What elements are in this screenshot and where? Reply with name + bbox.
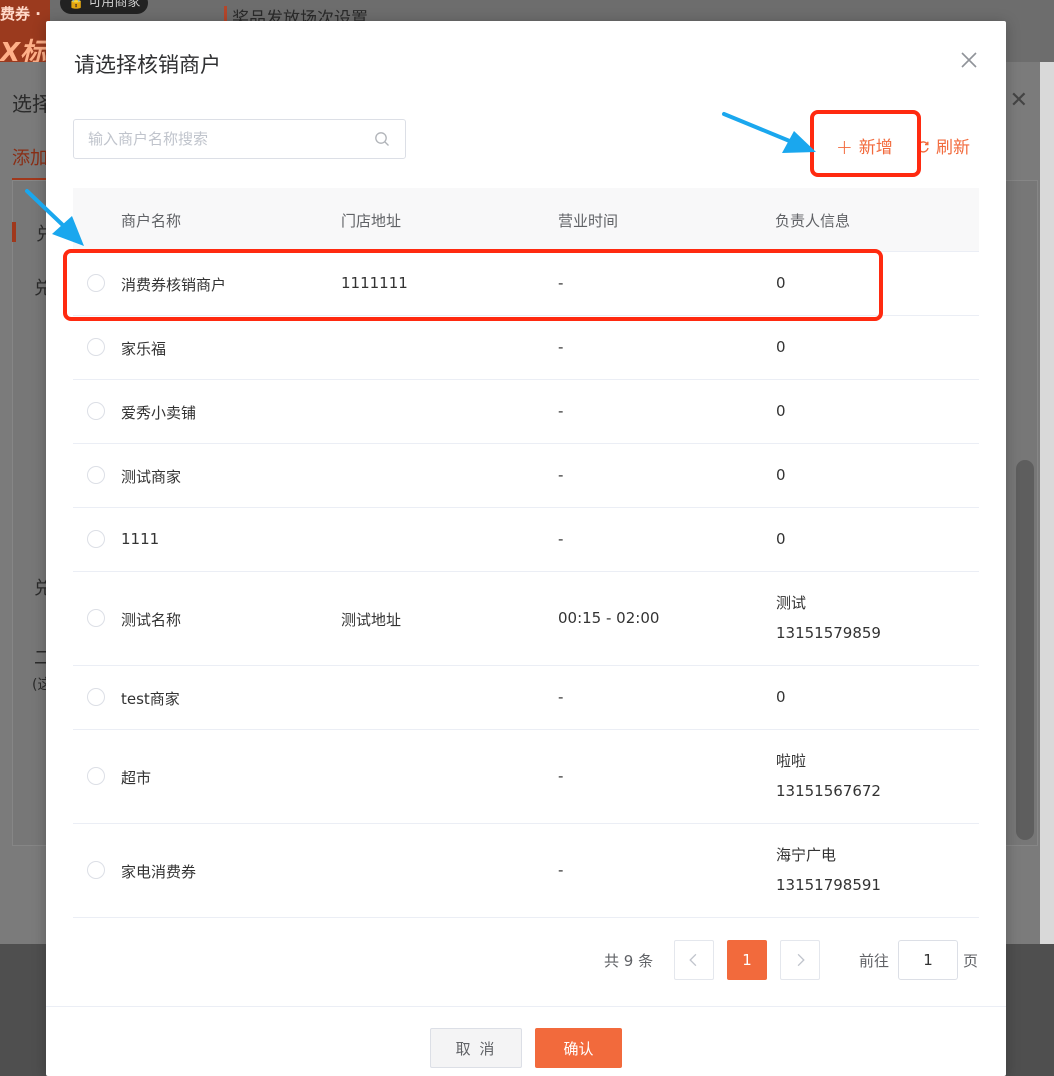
column-header-address: 门店地址	[341, 212, 402, 230]
merchant-hours: 00:15 - 02:00	[558, 609, 660, 627]
background-pill-label: 可用商家	[88, 0, 141, 10]
table-row[interactable]: 1111 - 0	[73, 508, 979, 572]
table-row[interactable]: test商家 - 0	[73, 666, 979, 730]
row-radio[interactable]	[87, 767, 105, 785]
row-radio[interactable]	[87, 861, 105, 879]
column-header-contact: 负责人信息	[775, 212, 851, 230]
merchant-contact: 0	[776, 530, 786, 548]
column-header-hours: 营业时间	[558, 212, 619, 230]
contact-person: 啦啦	[776, 752, 807, 770]
refresh-button[interactable]: 刷新	[916, 133, 970, 158]
table-header: 商户名称 门店地址 营业时间 负责人信息	[73, 188, 979, 252]
contact-person: 测试	[776, 594, 807, 612]
merchant-table: 商户名称 门店地址 营业时间 负责人信息 消费券核销商户 1111111 - 0…	[73, 188, 979, 918]
contact-phone: 13151798591	[776, 876, 881, 894]
close-icon[interactable]	[958, 49, 980, 71]
select-merchant-dialog: 请选择核销商户 +新增 刷新 商户名称 门店地址 营业时间 负责人信息 消费券核…	[46, 21, 1006, 1076]
pagination: 共 9 条 1 前往 页	[46, 940, 1006, 980]
merchant-contact: 0	[776, 466, 786, 484]
chevron-right-icon	[797, 953, 805, 967]
goto-label: 前往	[859, 952, 890, 970]
pagination-total: 共 9 条	[604, 952, 654, 970]
merchant-address: 测试地址	[341, 611, 402, 629]
merchant-name: 爱秀小卖铺	[121, 404, 197, 422]
background-tab: 添加	[12, 148, 48, 169]
merchant-name: test商家	[121, 690, 180, 708]
background-banner-logo: X标	[0, 38, 47, 62]
merchant-contact: 0	[776, 402, 786, 420]
table-row[interactable]: 爱秀小卖铺 - 0	[73, 380, 979, 444]
background-section-marker	[12, 222, 16, 242]
merchant-contact: 海宁广电 13151798591	[776, 840, 881, 900]
merchant-name: 1111	[121, 530, 160, 548]
merchant-contact: 0	[776, 274, 786, 292]
background-close-icon: ✕	[1009, 88, 1028, 113]
row-radio[interactable]	[87, 609, 105, 627]
merchant-name: 家乐福	[121, 340, 167, 358]
merchant-name: 超市	[121, 769, 152, 787]
table-row[interactable]: 家电消费券 - 海宁广电 13151798591	[73, 824, 979, 918]
contact-phone: 13151567672	[776, 782, 881, 800]
row-radio[interactable]	[87, 274, 105, 292]
column-header-name: 商户名称	[121, 212, 182, 230]
dialog-title: 请选择核销商户	[74, 53, 221, 77]
merchant-contact: 0	[776, 688, 786, 706]
background-pill: 🔒 可用商家	[60, 0, 149, 14]
refresh-icon	[917, 141, 929, 153]
background-scrollbar	[1016, 460, 1034, 840]
next-page-button[interactable]	[780, 940, 820, 980]
merchant-contact: 啦啦 13151567672	[776, 746, 881, 806]
chevron-left-icon	[689, 953, 697, 967]
merchant-address: 1111111	[341, 274, 408, 292]
merchant-hours: -	[558, 466, 564, 484]
lock-icon: 🔒	[68, 0, 85, 10]
refresh-label: 刷新	[936, 138, 970, 158]
add-merchant-button[interactable]: + 新增	[836, 133, 893, 159]
contact-phone: 13151579859	[776, 624, 881, 642]
prev-page-button[interactable]	[674, 940, 714, 980]
confirm-button[interactable]: 确认	[535, 1028, 622, 1068]
merchant-name: 消费券核销商户	[121, 276, 227, 294]
merchant-name: 家电消费券	[121, 863, 197, 881]
add-label: 新增	[858, 138, 893, 158]
goto-page-input[interactable]	[898, 940, 958, 980]
merchant-hours: -	[558, 274, 564, 292]
page-number-button[interactable]: 1	[727, 940, 767, 980]
table-row[interactable]: 消费券核销商户 1111111 - 0	[73, 252, 979, 316]
search-box	[73, 119, 406, 159]
background-banner: 费券 · X标	[0, 0, 50, 62]
row-radio[interactable]	[87, 338, 105, 356]
background-tab-underline	[12, 178, 48, 180]
page-suffix: 页	[963, 952, 979, 970]
table-row[interactable]: 家乐福 - 0	[73, 316, 979, 380]
merchant-search-input[interactable]	[74, 120, 364, 158]
merchant-hours: -	[558, 338, 564, 356]
background-banner-text: 费券 ·	[0, 5, 41, 23]
row-radio[interactable]	[87, 402, 105, 420]
search-icon[interactable]	[374, 131, 390, 147]
merchant-contact: 测试 13151579859	[776, 588, 881, 648]
dialog-footer: 取 消 确认	[46, 1006, 1006, 1076]
plus-icon: +	[836, 135, 853, 159]
contact-person: 海宁广电	[776, 846, 837, 864]
table-row[interactable]: 超市 - 啦啦 13151567672	[73, 730, 979, 824]
merchant-contact: 0	[776, 338, 786, 356]
merchant-hours: -	[558, 402, 564, 420]
merchant-hours: -	[558, 767, 564, 785]
merchant-hours: -	[558, 688, 564, 706]
merchant-name: 测试名称	[121, 611, 182, 629]
cancel-button[interactable]: 取 消	[430, 1028, 522, 1068]
row-radio[interactable]	[87, 688, 105, 706]
table-row[interactable]: 测试名称 测试地址 00:15 - 02:00 测试 13151579859	[73, 572, 979, 666]
merchant-hours: -	[558, 861, 564, 879]
merchant-name: 测试商家	[121, 468, 182, 486]
table-row[interactable]: 测试商家 - 0	[73, 444, 979, 508]
row-radio[interactable]	[87, 530, 105, 548]
merchant-hours: -	[558, 530, 564, 548]
row-radio[interactable]	[87, 466, 105, 484]
